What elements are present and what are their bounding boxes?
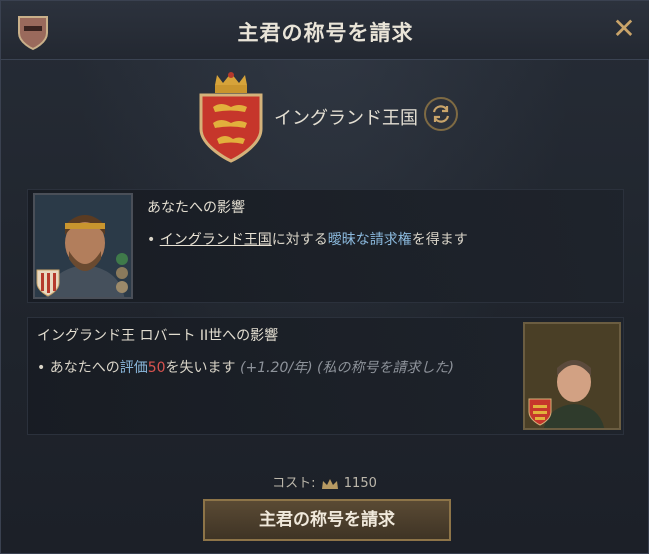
- line-text-end: を得ます: [411, 232, 468, 248]
- close-icon[interactable]: ✕: [610, 15, 638, 43]
- bullet: •: [37, 360, 46, 376]
- window-titlebar: 主君の称号を請求 ✕: [1, 1, 649, 60]
- prestige-crown-icon: [321, 478, 338, 489]
- line-prefix: あなたへの: [49, 360, 120, 376]
- impact-liege-heading: イングランド王 ロバート II世への影響: [37, 328, 279, 344]
- impact-liege-line: • あなたへの評価50を失います (+1.20/年) (私の称号を請求した): [37, 357, 454, 377]
- line-suffix: を失います: [165, 360, 236, 376]
- cost-value: 1150: [343, 476, 377, 491]
- window-title: 主君の称号を請求: [237, 21, 414, 45]
- kingdom-coat-of-arms-icon: [199, 72, 263, 163]
- cost-label: コスト:: [272, 476, 316, 491]
- cost-line: コスト: 1150: [1, 472, 648, 491]
- claim-liege-title-window: 主君の称号を請求 ✕ イングランド王国 あなたへの影響 • イングランド王国に対…: [0, 0, 649, 554]
- lifestyle-trait-icon[interactable]: [116, 267, 128, 279]
- opinion-value: 50: [147, 360, 166, 376]
- line-text: に対する: [271, 232, 328, 248]
- swap-icon[interactable]: [424, 97, 458, 131]
- kingdom-link[interactable]: イングランド王国: [160, 232, 272, 248]
- player-coat-of-arms-icon[interactable]: [36, 269, 60, 297]
- claim-title-button[interactable]: 主君の称号を請求: [203, 499, 451, 541]
- target-title-name[interactable]: イングランド王国: [274, 104, 418, 130]
- education-trait-icon[interactable]: [116, 281, 128, 293]
- opinion-link[interactable]: 評価: [120, 360, 148, 376]
- impact-you-line: • イングランド王国に対する曖昧な請求権を得ます: [147, 229, 468, 249]
- liege-coat-of-arms-icon[interactable]: [528, 398, 552, 426]
- opinion-note: (+1.20/年) (私の称号を請求した): [240, 360, 454, 376]
- impact-you-heading: あなたへの影響: [147, 200, 245, 216]
- stress-trait-icon[interactable]: [116, 253, 128, 265]
- weak-claim-link[interactable]: 曖昧な請求権: [328, 232, 412, 248]
- bullet: •: [147, 232, 156, 248]
- player-traits: [116, 253, 130, 295]
